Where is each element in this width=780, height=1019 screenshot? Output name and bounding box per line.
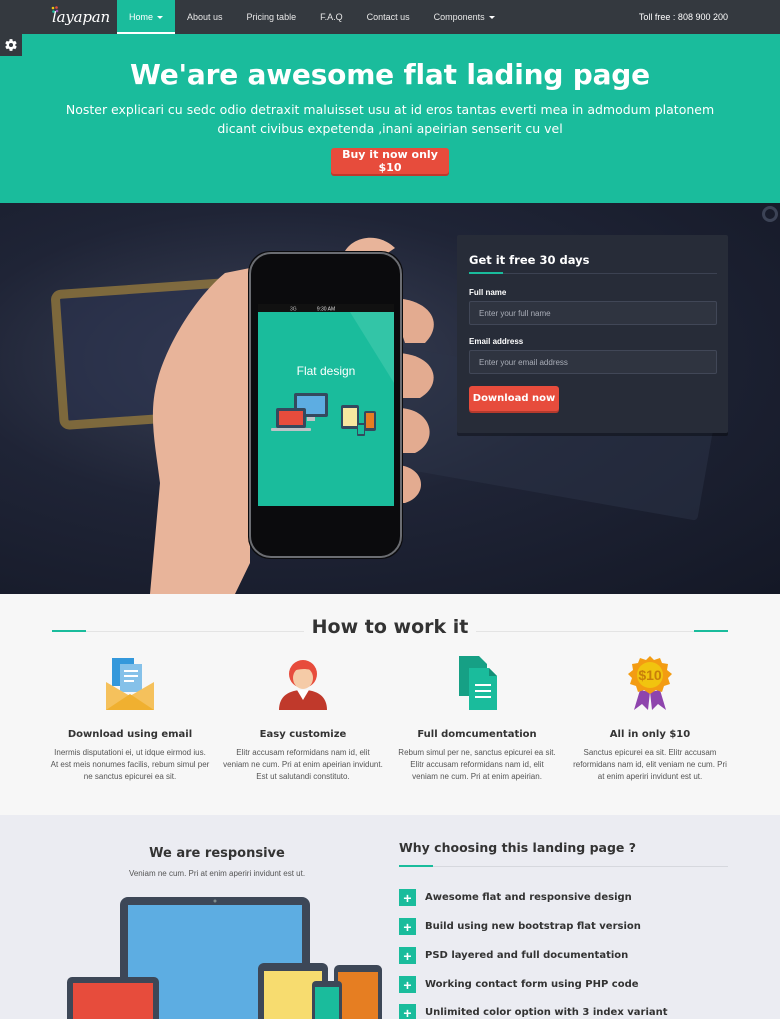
plus-icon: + (399, 947, 416, 964)
buy-now-button[interactable]: Buy it now only $10 (331, 148, 449, 174)
nav-item-label: F.A.Q (320, 12, 343, 22)
nav-item-home[interactable]: Home (117, 0, 176, 34)
section-title: How to work it (311, 616, 469, 638)
why-title: Why choosing this landing page ? (399, 840, 637, 855)
nav-item-label: Home (129, 12, 154, 22)
email-input[interactable]: Enter your email address (469, 350, 717, 374)
email-label: Email address (469, 337, 524, 346)
list-item: + PSD layered and full documentation (399, 947, 628, 964)
list-item: + Working contact form using PHP code (399, 976, 639, 993)
feature-text: Sanctus epicurei ea sit. Elitr accusam r… (573, 748, 727, 781)
badge-price: $10 (638, 667, 662, 683)
divider (469, 273, 717, 274)
caret-down-icon (488, 15, 495, 19)
responsive-devices-illustration (67, 897, 382, 1019)
nav-item-pricing[interactable]: Pricing table (235, 0, 309, 34)
nav-item-components[interactable]: Components (422, 0, 507, 34)
list-item-text: Build using new bootstrap flat version (425, 921, 641, 932)
hero-subtitle: Noster explicari cu sedc odio detraxit m… (65, 102, 715, 136)
feature-title: Download using email (67, 729, 193, 740)
nav-item-label: Components (433, 12, 485, 22)
toll-free-number: Toll free : 808 900 200 (638, 12, 728, 22)
top-navbar: layapan Home About us Pricing table F.A.… (0, 0, 780, 34)
hero-section: We'are awesome flat lading page Noster e… (0, 34, 780, 203)
feature-text: Rebum simul per ne, sanctus epicurei ea … (398, 748, 556, 781)
feature-card: Full domcumentation Rebum simul per ne, … (397, 652, 557, 783)
divider-accent (469, 272, 503, 274)
feature-text: Inermis disputationi ei, ut idque eirmod… (50, 748, 210, 781)
signup-form: Get it free 30 days Full name Enter your… (457, 235, 728, 433)
feature-card: $10 All in only $10 Sanctus epicurei ea … (570, 652, 730, 783)
list-item-text: PSD layered and full documentation (425, 950, 629, 961)
phone-screen-text: Flat design (297, 364, 356, 378)
full-name-label: Full name (469, 288, 507, 297)
feature-title: Easy customize (259, 729, 347, 740)
logo[interactable]: layapan (0, 0, 117, 34)
caret-down-icon (157, 15, 164, 19)
ring-icon (762, 206, 778, 222)
nav-item-about[interactable]: About us (175, 0, 235, 34)
phone-status-signal: 3G (290, 307, 297, 313)
responsive-section: We are responsive Veniam ne cum. Pri at … (0, 815, 780, 1019)
divider (399, 866, 728, 867)
nav-item-label: Contact us (366, 12, 410, 22)
plus-icon: + (399, 889, 416, 906)
list-item: + Unlimited color option with 3 index var… (399, 1004, 668, 1019)
feature-card: Easy customize Elitr accusam reformidans… (223, 652, 383, 783)
nav-item-contact[interactable]: Contact us (355, 0, 422, 34)
signup-title: Get it free 30 days (469, 253, 590, 267)
responsive-subtitle: Veniam ne cum. Pri at enim aperiri invid… (128, 869, 306, 878)
download-now-button[interactable]: Download now (469, 386, 559, 411)
feature-title: Full domcumentation (417, 729, 537, 740)
settings-toggle[interactable] (0, 34, 22, 56)
responsive-title: We are responsive (149, 846, 285, 861)
hero-title: We'are awesome flat lading page (130, 58, 650, 91)
how-to-work-section: How to work it Download using email Iner… (0, 594, 780, 815)
plus-icon: + (399, 918, 416, 935)
envelope-documents-icon (106, 658, 154, 710)
plus-icon: + (399, 976, 416, 993)
list-item-text: Unlimited color option with 3 index vari… (425, 1007, 668, 1018)
user-avatar-icon (279, 660, 327, 710)
list-item: + Awesome flat and responsive design (399, 889, 632, 906)
nav-item-faq[interactable]: F.A.Q (308, 0, 355, 34)
main-menu: Home About us Pricing table F.A.Q Contac… (117, 0, 507, 34)
full-name-input[interactable]: Enter your full name (469, 301, 717, 325)
phone-status-time: 9:30 AM (317, 307, 335, 313)
nav-item-label: About us (187, 12, 223, 22)
logo-dots-icon (51, 6, 59, 13)
documents-icon (459, 656, 497, 710)
list-item-text: Awesome flat and responsive design (425, 892, 632, 903)
gear-icon (5, 39, 17, 51)
price-badge-icon: $10 (628, 656, 672, 710)
feature-title: All in only $10 (609, 729, 691, 740)
feature-card: Download using email Inermis disputation… (50, 652, 210, 783)
plus-icon: + (399, 1004, 416, 1019)
nav-item-label: Pricing table (246, 12, 297, 22)
list-item-text: Working contact form using PHP code (425, 979, 639, 990)
divider-accent (399, 865, 433, 867)
feature-text: Elitr accusam reformidans nam id, elit v… (223, 748, 383, 781)
product-showcase: 3G 9:30 AM Flat design Get it free 30 da… (0, 203, 780, 594)
hand-holding-phone: 3G 9:30 AM Flat design (150, 237, 434, 594)
list-item: + Build using new bootstrap flat version (399, 918, 641, 935)
